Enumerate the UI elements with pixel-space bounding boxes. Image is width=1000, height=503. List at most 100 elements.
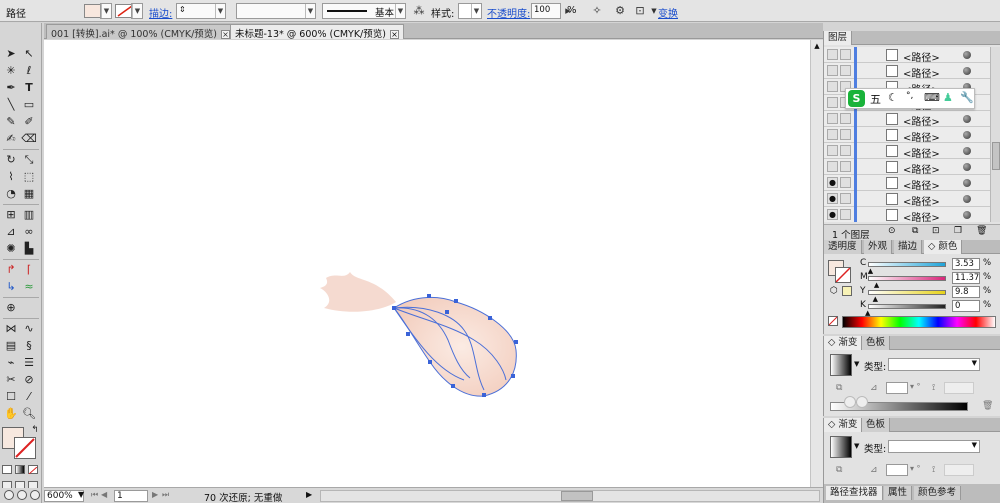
tab-appearance[interactable]: 外观 <box>864 240 893 254</box>
tab-document-2[interactable]: 未标题-13* @ 600% (CMYK/预览) × <box>230 24 404 40</box>
channel-slider[interactable] <box>868 276 946 281</box>
fill-dropdown[interactable]: ▼ <box>100 3 112 19</box>
artboard-icon[interactable]: ☐ <box>3 390 19 404</box>
symbol-sprayer-tool[interactable]: ✺ <box>3 242 19 256</box>
layer-label[interactable]: <路径> <box>903 113 940 128</box>
warp-tool[interactable]: ⌇ <box>3 170 19 184</box>
column-graph-tool[interactable]: ▙ <box>21 242 37 256</box>
skin-icon[interactable]: ♟ <box>943 91 953 104</box>
tab-color-guide[interactable]: 颜色参考 <box>914 486 962 500</box>
stroke-dropdown[interactable]: ▼ <box>131 3 143 19</box>
new-sublayer-icon[interactable]: ⊡ <box>932 226 940 236</box>
close-icon[interactable]: × <box>221 30 230 39</box>
swap-colors-icon[interactable]: ↰ <box>27 423 43 437</box>
channel-slider[interactable] <box>868 304 946 309</box>
target-icon[interactable] <box>963 67 971 75</box>
new-layer-icon[interactable]: ❐ <box>954 226 962 236</box>
gradient-type-select[interactable]: ▼ <box>888 440 980 453</box>
stroke-link[interactable]: 描边: <box>149 5 172 20</box>
aspect-ratio-input[interactable] <box>944 464 974 476</box>
channel-value-input[interactable]: 11.37 <box>952 272 980 284</box>
gradient-thumbnail[interactable] <box>830 436 852 458</box>
layer-label[interactable]: <路径> <box>903 209 940 222</box>
tab-layers[interactable]: 图层 <box>824 31 853 45</box>
opacity-input[interactable]: 100 <box>531 3 561 19</box>
variable-width-dropdown[interactable]: ▼ <box>236 3 316 19</box>
eye-icon[interactable]: ● <box>827 193 838 204</box>
free-transform-tool[interactable]: ⬚ <box>21 170 37 184</box>
layer-row[interactable]: ● <路径> <box>824 191 990 208</box>
gradient-mode-icon[interactable] <box>15 465 25 474</box>
layer-label[interactable]: <路径> <box>903 129 940 144</box>
delete-layer-icon[interactable]: 🗑︎ <box>976 226 987 236</box>
eyedropper-tool[interactable]: ⊿ <box>3 225 19 239</box>
first-artboard-icon[interactable]: ⏮ <box>91 490 98 500</box>
direct-selection-tool[interactable]: ↖ <box>21 47 37 61</box>
channel-slider[interactable] <box>868 262 946 267</box>
status-menu-icon[interactable]: ▶ <box>306 490 312 499</box>
keyboard-icon[interactable]: ⌨ <box>924 91 940 104</box>
layer-label[interactable]: <路径> <box>903 65 940 80</box>
rectangle-tool[interactable]: ▭ <box>21 98 37 112</box>
layer-label[interactable]: <路径> <box>903 145 940 160</box>
layer-row[interactable]: <路径> <box>824 159 990 176</box>
none-mode-icon[interactable] <box>28 465 38 475</box>
target-icon[interactable] <box>963 51 971 59</box>
lock-toggle[interactable] <box>840 161 851 172</box>
lasso-tool[interactable]: ℓ <box>21 64 37 78</box>
lock-toggle[interactable] <box>840 177 851 188</box>
layer-label[interactable]: <路径> <box>903 177 940 192</box>
layer-label[interactable]: <路径> <box>903 161 940 176</box>
close-icon[interactable]: × <box>389 30 399 39</box>
lock-toggle[interactable] <box>840 49 851 60</box>
tab-pathfinder[interactable]: 路径查找器 <box>826 486 883 500</box>
gradient-dropdown-icon[interactable]: ▼ <box>854 442 859 450</box>
stroke-color-box[interactable] <box>14 437 36 459</box>
pencil-tool[interactable]: ✐ <box>21 115 37 129</box>
layer-row[interactable]: <路径> <box>824 127 990 144</box>
align-icon[interactable]: ⊡ <box>633 4 647 18</box>
horizontal-scrollbar[interactable] <box>320 490 820 502</box>
stroke-gradient-icon[interactable]: ⧉ <box>836 465 842 475</box>
gradient-thumbnail[interactable] <box>830 354 852 376</box>
hand-icon[interactable]: ✋ <box>3 407 19 421</box>
wave-icon[interactable]: ∿ <box>21 322 37 336</box>
previous-artboard-icon[interactable]: ◀ <box>101 490 107 499</box>
layer-label[interactable]: <路径> <box>903 193 940 208</box>
layer-row[interactable]: ● <路径> <box>824 175 990 192</box>
tab-transparency[interactable]: 透明度 <box>824 240 862 254</box>
zoom-dropdown-icon[interactable]: ▼ <box>78 490 84 499</box>
eye-icon[interactable] <box>827 49 838 60</box>
delete-stop-icon[interactable]: 🗑︎ <box>982 401 993 411</box>
tab-gradient[interactable]: ◇ 渐变 <box>824 336 863 350</box>
lock-toggle[interactable] <box>840 193 851 204</box>
channel-value-input[interactable]: 3.53 <box>952 258 980 270</box>
next-artboard-icon[interactable]: ▶ <box>152 490 158 499</box>
eye-icon[interactable] <box>827 65 838 76</box>
target-icon[interactable] <box>963 211 971 219</box>
punctuation-icon[interactable]: °, <box>906 91 913 101</box>
corner-icon[interactable]: ⌈ <box>21 263 37 277</box>
channel-value-input[interactable]: 0 <box>952 300 980 312</box>
wrench-icon[interactable]: 🔧 <box>960 91 974 104</box>
paintbrush-tool[interactable]: ✎ <box>3 115 19 129</box>
target-icon[interactable] <box>963 147 971 155</box>
puppet-icon[interactable]: § <box>21 339 37 353</box>
tab-color[interactable]: ◇ 颜色 <box>924 240 963 254</box>
ime-toolbar[interactable]: S 五 ☾ °, ⌨ ♟ 🔧 <box>845 88 975 109</box>
layer-row[interactable]: <路径> <box>824 143 990 160</box>
target-icon[interactable] <box>963 163 971 171</box>
width-tool-icon[interactable]: ↱ <box>3 263 19 277</box>
layer-row[interactable]: <路径> <box>824 111 990 128</box>
tab-properties[interactable]: 属性 <box>884 486 913 500</box>
layer-label[interactable]: <路径> <box>903 49 940 64</box>
angle-input[interactable] <box>886 464 908 476</box>
envelope-icon[interactable]: ⋈ <box>3 322 19 336</box>
tab-swatches[interactable]: 色板 <box>862 336 891 350</box>
eye-icon[interactable]: ● <box>827 209 838 220</box>
channel-slider[interactable] <box>868 290 946 295</box>
tab-stroke[interactable]: 描边 <box>894 240 923 254</box>
lock-toggle[interactable] <box>840 209 851 220</box>
knife-icon[interactable]: ⁄ <box>21 390 37 404</box>
eye-icon[interactable] <box>827 145 838 156</box>
